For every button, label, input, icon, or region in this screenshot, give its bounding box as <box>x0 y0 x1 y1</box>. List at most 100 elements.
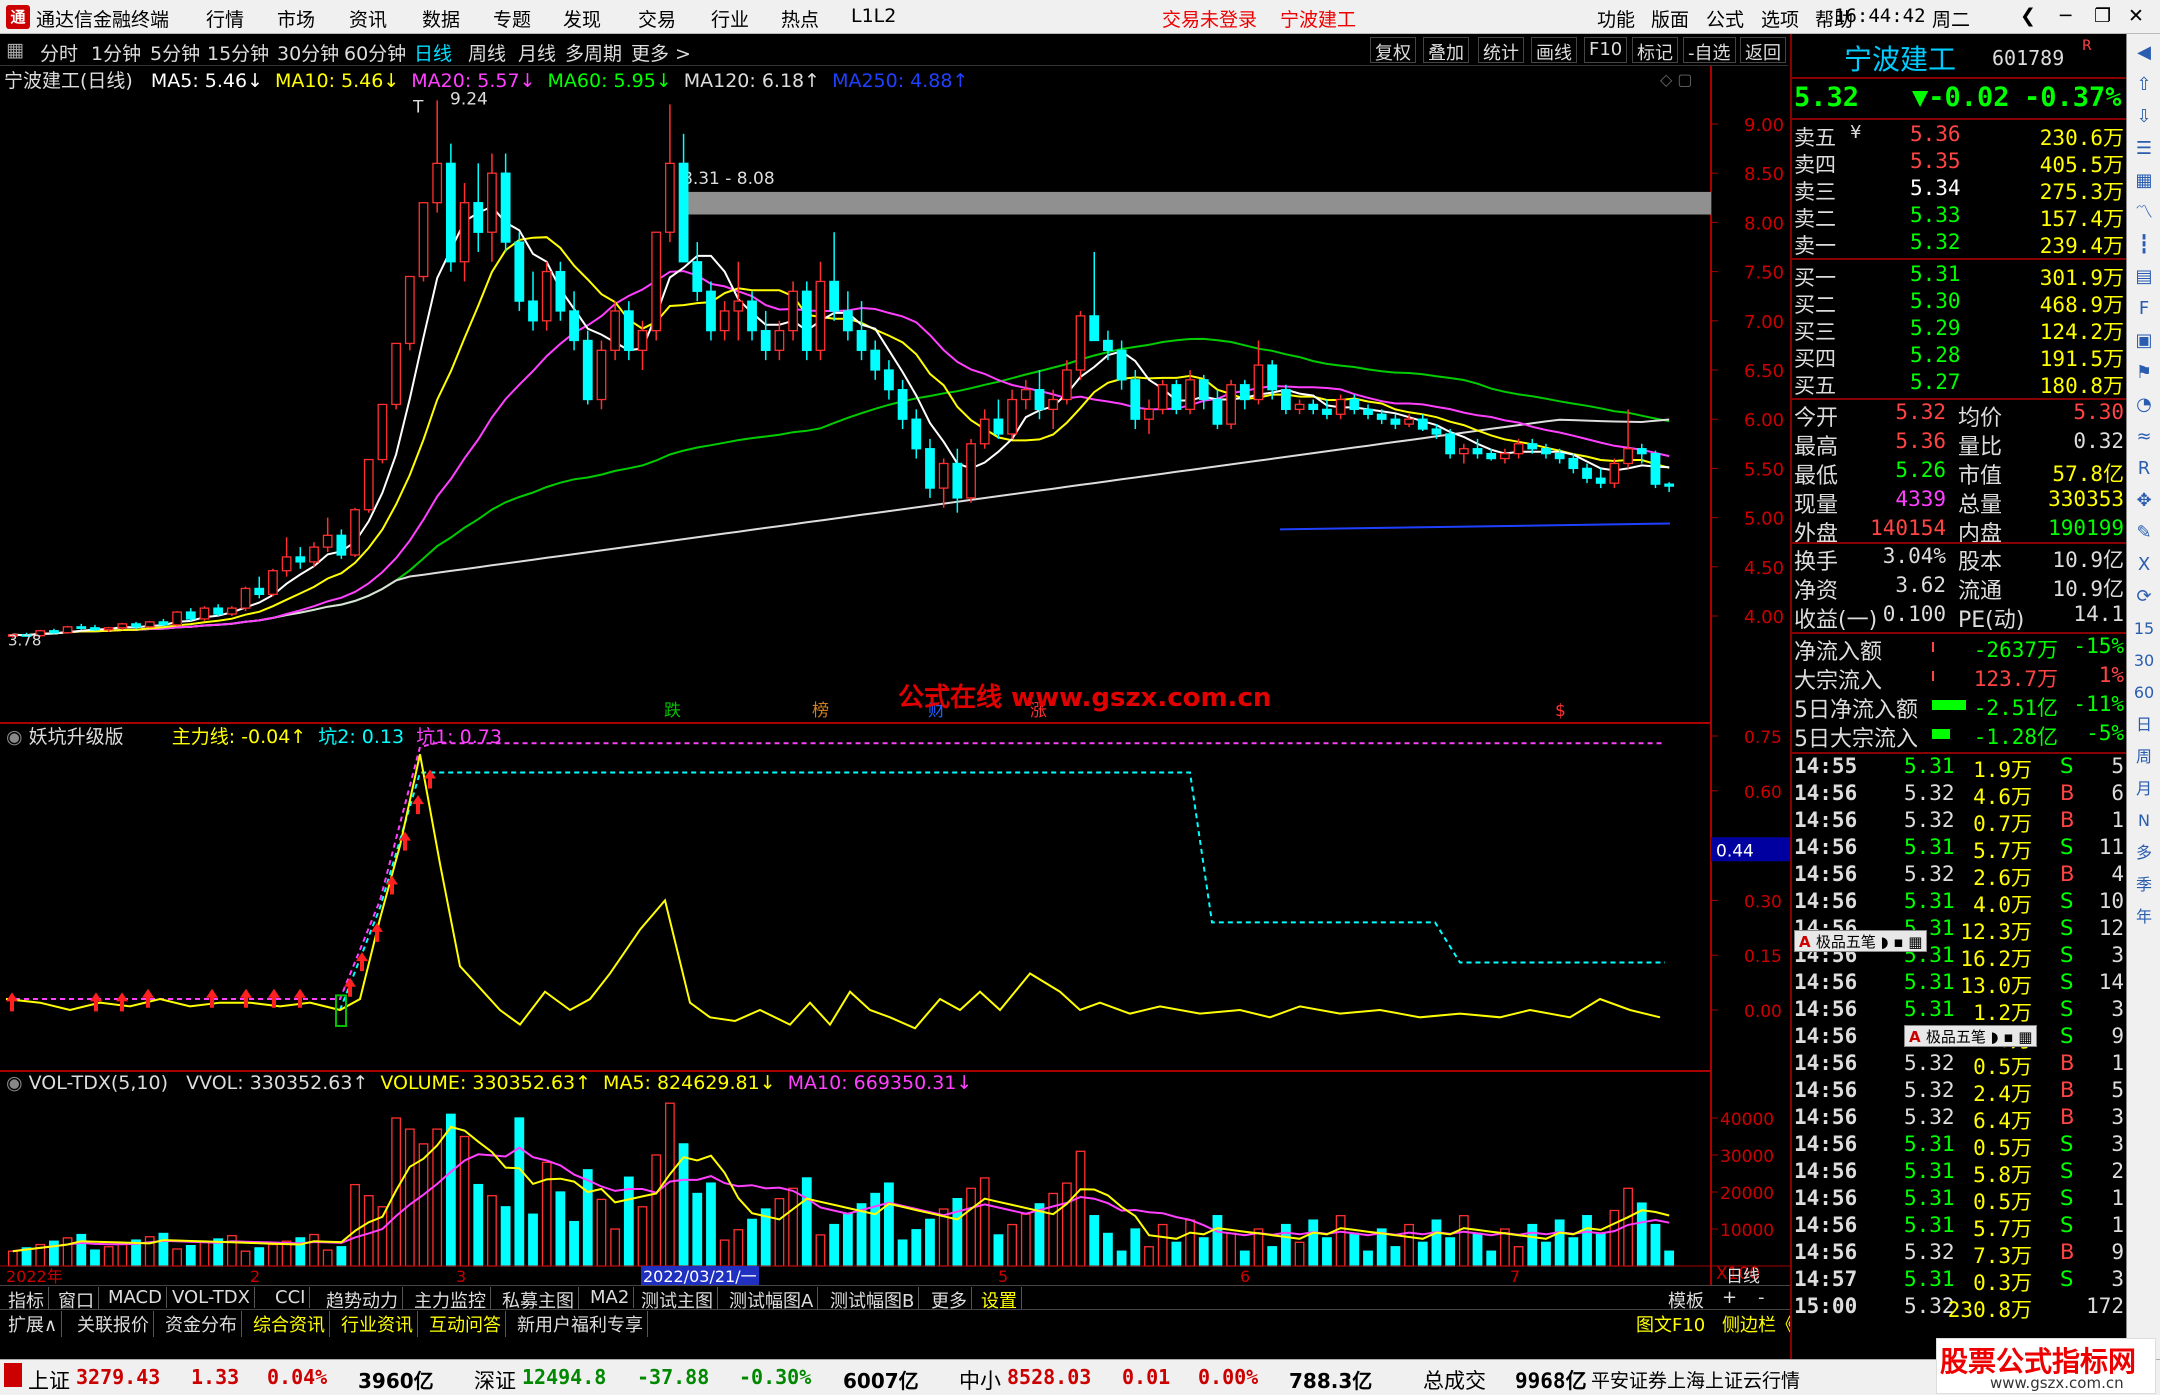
period-tab[interactable]: 更多 > <box>631 39 691 66</box>
f10-button[interactable]: 图文F10 <box>1636 1311 1705 1337</box>
indicator-tab[interactable]: MACD <box>104 1287 167 1308</box>
menu-item[interactable]: 发现 <box>563 5 601 32</box>
period-tab[interactable]: 月线 <box>518 39 556 66</box>
period-tab[interactable]: 分时 <box>40 39 78 66</box>
extension-tab[interactable]: 扩展∧ <box>4 1311 63 1337</box>
menu-item[interactable]: 交易 <box>638 5 676 32</box>
f10-icon[interactable]: F <box>2131 296 2157 322</box>
period-shortcut[interactable]: 季 <box>2131 872 2157 898</box>
event-marker[interactable]: $ <box>1555 701 1566 721</box>
extension-tab[interactable]: 综合资讯 <box>249 1311 330 1337</box>
toolbar-button[interactable]: 统计 <box>1478 37 1524 64</box>
bid-price[interactable]: 5.31 <box>1910 262 1961 286</box>
flag-icon[interactable]: ⚑ <box>2131 360 2157 386</box>
toolbar-button[interactable]: F10 <box>1584 37 1628 63</box>
bid-price[interactable]: 5.28 <box>1910 343 1961 367</box>
index-name[interactable]: 上证 <box>28 1365 70 1395</box>
menu-item[interactable]: 版面 <box>1651 5 1689 32</box>
extension-tab[interactable]: 行业资讯 <box>337 1311 418 1337</box>
menu-item[interactable]: 行情 <box>206 5 244 32</box>
collapse-dot-icon[interactable]: ◉ <box>6 1072 23 1094</box>
server-name[interactable]: 平安证券上海上证云行情 <box>1591 1366 1800 1393</box>
ask-price[interactable]: 5.33 <box>1910 203 1961 227</box>
move-icon[interactable]: ✥ <box>2131 488 2157 514</box>
up-icon[interactable]: ⇧ <box>2131 72 2157 98</box>
period-tab[interactable]: 15分钟 <box>207 39 269 66</box>
pie-icon[interactable]: ◔ <box>2131 392 2157 418</box>
period-shortcut[interactable]: 月 <box>2131 776 2157 802</box>
extension-tab[interactable]: 互动问答 <box>425 1311 506 1337</box>
menu-item[interactable]: 功能 <box>1597 5 1635 32</box>
period-tab[interactable]: 多周期 <box>565 39 622 66</box>
indicator-tab[interactable]: VOL-TDX <box>168 1287 255 1308</box>
rsi-icon[interactable]: R <box>2131 456 2157 482</box>
doc-icon[interactable]: ▣ <box>2131 328 2157 354</box>
login-status[interactable]: 交易未登录 <box>1162 5 1257 32</box>
close-icon[interactable]: ✕ <box>2128 5 2144 27</box>
menu-item[interactable]: L1L2 <box>851 5 896 27</box>
menu-item[interactable]: 公式 <box>1706 5 1744 32</box>
period-shortcut[interactable]: 周 <box>2131 744 2157 770</box>
ask-price[interactable]: 5.36 <box>1910 122 1961 146</box>
table-icon[interactable]: ▤ <box>2131 264 2157 290</box>
period-tab[interactable]: 1分钟 <box>91 39 141 66</box>
minimize-icon[interactable]: ─ <box>2060 5 2071 27</box>
toolbar-button[interactable]: 复权 <box>1370 37 1416 64</box>
ime-toolbar[interactable]: A 极品五笔 ◗ ▪ ▦ <box>1794 930 1928 952</box>
menu-item[interactable]: 热点 <box>781 5 819 32</box>
indicator-tab[interactable]: MA2 <box>586 1287 635 1308</box>
index-name[interactable]: 深证 <box>474 1365 516 1395</box>
restore-icon[interactable]: ❐ <box>2094 5 2111 27</box>
toolbar-button[interactable]: 返回 <box>1740 37 1786 64</box>
period-tab[interactable]: 周线 <box>468 39 506 66</box>
indicator-tab[interactable]: CCI <box>271 1287 311 1308</box>
index-name[interactable]: 中小 <box>959 1365 1001 1395</box>
menu-item[interactable]: 数据 <box>422 5 460 32</box>
menu-item[interactable]: 专题 <box>493 5 531 32</box>
period-shortcut[interactable]: 15 <box>2131 616 2157 642</box>
menu-item[interactable]: 行业 <box>711 5 749 32</box>
chart-controls[interactable]: ◇ ▢ <box>1660 70 1693 89</box>
ime-toolbar[interactable]: A 极品五笔 ◗ ▪ ▦ <box>1904 1025 2038 1047</box>
period-shortcut[interactable]: 日 <box>2131 712 2157 738</box>
template-button[interactable]: - <box>1758 1287 1765 1308</box>
menu-item[interactable]: 资讯 <box>349 5 387 32</box>
template-button[interactable]: + <box>1722 1287 1737 1308</box>
list-icon[interactable]: ☰ <box>2131 136 2157 162</box>
grid-icon[interactable]: ▦ <box>2131 168 2157 194</box>
back-icon[interactable]: ❮ <box>2020 5 2036 27</box>
excel-icon[interactable]: X <box>2131 552 2157 578</box>
kline-icon[interactable]: ┇ <box>2131 232 2157 258</box>
toolbar-button[interactable]: -自选 <box>1683 37 1736 64</box>
bid-price[interactable]: 5.30 <box>1910 289 1961 313</box>
period-shortcut[interactable]: 30 <box>2131 648 2157 674</box>
ask-price[interactable]: 5.32 <box>1910 230 1961 254</box>
period-tab[interactable]: 日线 <box>414 39 452 66</box>
extension-tab[interactable]: 关联报价 <box>73 1311 154 1337</box>
toolbar-button[interactable]: 标记 <box>1632 37 1678 64</box>
stock-tab[interactable]: 宁波建工 <box>1280 5 1356 32</box>
collapse-icon[interactable]: ◀ <box>2131 40 2157 66</box>
pen-icon[interactable]: ✎ <box>2131 520 2157 546</box>
bid-price[interactable]: 5.27 <box>1910 370 1961 394</box>
grid-icon[interactable]: ▦ <box>6 39 24 61</box>
period-tab[interactable]: 30分钟 <box>277 39 339 66</box>
menu-item[interactable]: 市场 <box>277 5 315 32</box>
period-shortcut[interactable]: 多 <box>2131 840 2157 866</box>
ask-price[interactable]: 5.34 <box>1910 176 1961 200</box>
ask-price[interactable]: 5.35 <box>1910 149 1961 173</box>
refresh-icon[interactable]: ⟳ <box>2131 584 2157 610</box>
toolbar-button[interactable]: 画线 <box>1531 37 1577 64</box>
chart-icon[interactable]: 〽 <box>2131 200 2157 226</box>
collapse-dot-icon[interactable]: ◉ <box>6 726 23 748</box>
event-marker[interactable]: 榜 <box>812 701 829 721</box>
event-marker[interactable]: 跌 <box>664 701 681 721</box>
period-shortcut[interactable]: 年 <box>2131 904 2157 930</box>
extension-tab[interactable]: 资金分布 <box>161 1311 242 1337</box>
bid-price[interactable]: 5.29 <box>1910 316 1961 340</box>
down-icon[interactable]: ⇩ <box>2131 104 2157 130</box>
sidebar-toggle[interactable]: 侧边栏《 <box>1722 1311 1794 1337</box>
period-shortcut[interactable]: 60 <box>2131 680 2157 706</box>
toolbar-button[interactable]: 叠加 <box>1423 37 1469 64</box>
wave-icon[interactable]: ≈ <box>2131 424 2157 450</box>
